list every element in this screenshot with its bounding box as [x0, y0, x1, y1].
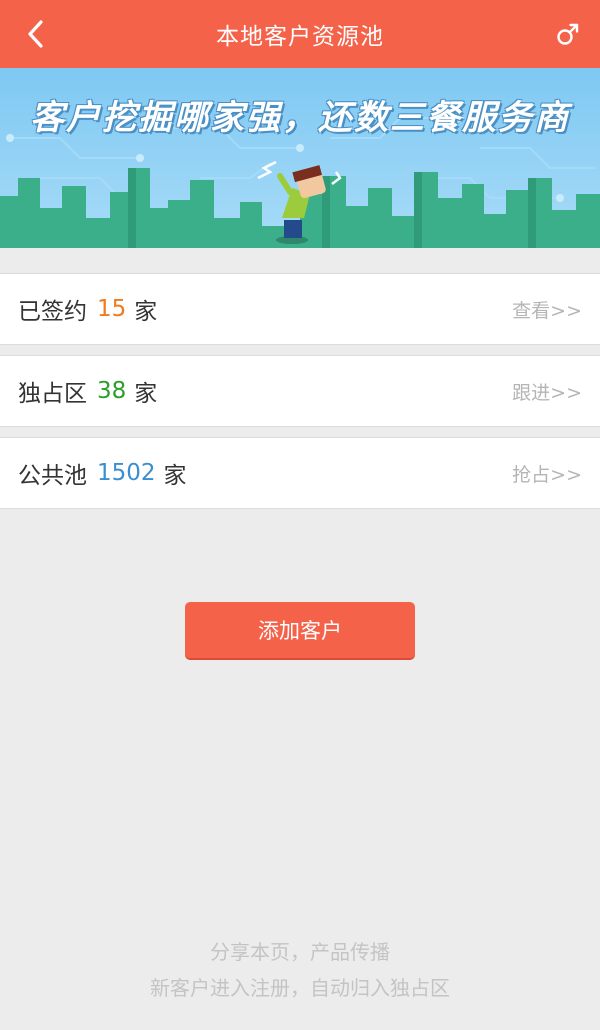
- row-label: 独占区: [18, 381, 87, 407]
- grab-link[interactable]: 抢占>>: [512, 460, 582, 487]
- follow-up-link[interactable]: 跟进>>: [512, 378, 582, 405]
- row-label: 公共池: [18, 463, 87, 489]
- list-item-signed[interactable]: 已签约 15 家 查看>>: [0, 273, 600, 345]
- promo-banner: 客户挖掘哪家强，还数三餐服务商: [0, 68, 600, 248]
- row-label: 已签约: [18, 299, 87, 325]
- chevron-left-icon: [28, 20, 43, 48]
- list-item-public-pool[interactable]: 公共池 1502 家 抢占>>: [0, 437, 600, 509]
- row-unit: 家: [134, 299, 158, 325]
- row-count: 1502: [97, 460, 156, 486]
- customer-pool-list: 已签约 15 家 查看>> 独占区 38 家 跟进>> 公共池 1502 家 抢…: [0, 273, 600, 519]
- list-item-exclusive[interactable]: 独占区 38 家 跟进>>: [0, 355, 600, 427]
- footer-hint: 分享本页，产品传播 新客户进入注册，自动归入独占区: [0, 934, 600, 1006]
- back-button[interactable]: [18, 16, 54, 52]
- row-unit: 家: [163, 463, 187, 489]
- row-unit: 家: [134, 381, 158, 407]
- add-customer-button[interactable]: 添加客户: [185, 602, 415, 660]
- app-header: 本地客户资源池: [0, 0, 600, 68]
- banner-slogan: 客户挖掘哪家强，还数三餐服务商: [30, 98, 570, 138]
- footer-line-share: 分享本页，产品传播: [210, 940, 390, 964]
- page-title: 本地客户资源池: [216, 24, 384, 50]
- profile-button[interactable]: [552, 18, 584, 50]
- male-symbol-icon: [557, 23, 579, 45]
- view-link[interactable]: 查看>>: [512, 296, 582, 323]
- footer-line-register: 新客户进入注册，自动归入独占区: [150, 976, 450, 1000]
- row-count: 38: [97, 378, 127, 404]
- row-count: 15: [97, 296, 127, 322]
